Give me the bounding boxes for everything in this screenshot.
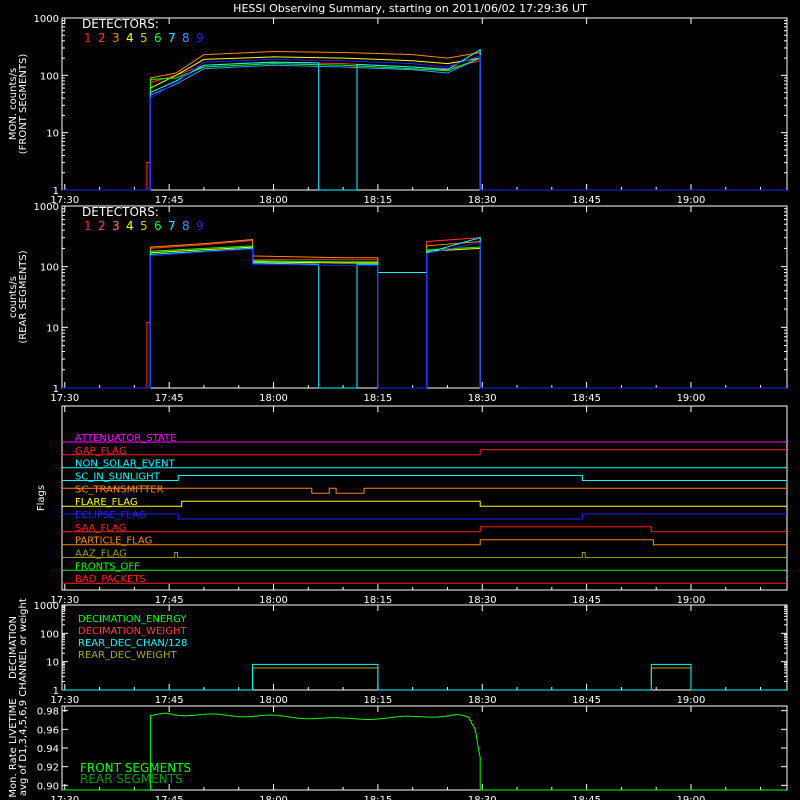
chart-title: HESSI Observing Summary, starting on 201… [233, 2, 587, 15]
rear-ytick-label: 1000 [34, 202, 59, 213]
livetime-legend-1: REAR SEGMENTS [80, 772, 183, 786]
decimation-ytick-label: 10 [46, 658, 59, 669]
livetime-xtick-label: 17:30 [50, 795, 79, 800]
flag-label-eclipse_flag: ECLIPSE_FLAG [75, 510, 146, 521]
flag-label-saa_flag: SAA_FLAG [75, 523, 126, 534]
livetime-ytick-label: 0.98 [37, 707, 59, 718]
flag-label-sc_in_sunlight: SC_IN_SUNLIGHT [75, 472, 161, 483]
flag-label-aaz_flag: AAZ_FLAG [75, 549, 127, 560]
flags-xtick-label: 18:45 [572, 595, 601, 606]
rear-ylabel: (REAR SEGMENTS) [18, 250, 29, 343]
decimation-xtick-label: 19:00 [677, 695, 706, 706]
front-detector-6: 6 [154, 31, 162, 45]
rear-detector-8: 8 [182, 219, 190, 233]
flag-label-attenuator_state: ATTENUATOR_STATE [75, 433, 176, 444]
rear-ytick-label: 100 [40, 263, 59, 274]
front-detector-9: 9 [196, 31, 204, 45]
rear-detector-7: 7 [168, 219, 176, 233]
livetime-ytick-label: 0.92 [37, 763, 59, 774]
front-detector-2: 2 [98, 31, 106, 45]
livetime-ytick-label: 0.96 [37, 725, 59, 736]
rear-xtick-label: 18:15 [363, 393, 392, 404]
livetime-xtick-label: 17:45 [155, 795, 184, 800]
decimation-xtick-label: 17:45 [155, 695, 184, 706]
front-xtick-label: 18:30 [468, 195, 497, 206]
rear-detector-3: 3 [112, 219, 120, 233]
rear-xtick-label: 18:45 [572, 393, 601, 404]
decimation-xtick-label: 18:30 [468, 695, 497, 706]
flags-ylabel: Flags [36, 485, 47, 511]
livetime-ytick-label: 0.90 [37, 781, 59, 792]
flags-xtick-label: 18:15 [363, 595, 392, 606]
front-detector-7: 7 [168, 31, 176, 45]
front-legend-title: DETECTORS: [82, 17, 159, 31]
livetime-xtick-label: 19:00 [677, 795, 706, 800]
decimation-ylabel: CHANNEL or weight [18, 598, 29, 697]
front-ytick-label: 1 [53, 186, 59, 197]
livetime-ylabel: avg of D1,3,4,5,6,9 [18, 700, 29, 796]
decimation-ytick-label: 1 [53, 686, 59, 697]
rear-xtick-label: 19:00 [677, 393, 706, 404]
rear-detector-9: 9 [196, 219, 204, 233]
decimation-xtick-label: 18:15 [363, 695, 392, 706]
livetime-xtick-label: 18:30 [468, 795, 497, 800]
decimation-ytick-label: 1000 [34, 601, 59, 612]
rear-detector-6: 6 [154, 219, 162, 233]
front-detector-1: 1 [84, 31, 92, 45]
decimation-xtick-label: 18:45 [572, 695, 601, 706]
decimation-legend-1: DECIMATION_WEIGHT [78, 626, 187, 637]
decimation-xtick-label: 18:00 [259, 695, 288, 706]
flags-xtick-label: 18:00 [259, 595, 288, 606]
flag-label-bad_packets: BAD_PACKETS [75, 574, 146, 585]
rear-xtick-label: 18:00 [259, 393, 288, 404]
flag-label-gap_flag: GAP_FLAG [75, 446, 127, 457]
front-xtick-label: 18:00 [259, 195, 288, 206]
front-xtick-label: 18:15 [363, 195, 392, 206]
observing-summary-figure: HESSI Observing Summary, starting on 201… [0, 0, 800, 800]
flag-label-non_solar_event: NON_SOLAR_EVENT [75, 459, 176, 470]
decimation-legend-0: DECIMATION_ENERGY [78, 614, 187, 625]
decimation-legend-3: REAR_DEC_WEIGHT [78, 650, 177, 661]
front-xtick-label: 19:00 [677, 195, 706, 206]
livetime-xtick-label: 18:00 [259, 795, 288, 800]
front-ytick-label: 1000 [34, 14, 59, 25]
rear-ytick-label: 1 [53, 384, 59, 395]
flag-label-flare_flag: FLARE_FLAG [75, 497, 138, 508]
flags-xtick-label: 17:45 [155, 595, 184, 606]
livetime-xtick-label: 18:45 [572, 795, 601, 800]
decimation-ytick-label: 100 [40, 629, 59, 640]
front-detector-8: 8 [182, 31, 190, 45]
rear-xtick-label: 18:30 [468, 393, 497, 404]
flag-label-fronts_off: FRONTS_OFF [75, 561, 140, 572]
front-detector-3: 3 [112, 31, 120, 45]
front-ytick-label: 10 [46, 129, 59, 140]
flag-label-particle_flag: PARTICLE_FLAG [75, 536, 152, 547]
front-xtick-label: 18:45 [572, 195, 601, 206]
flag-label-sc_transmitter: SC_TRANSMITTER [75, 484, 164, 495]
front-xtick-label: 17:45 [155, 195, 184, 206]
front-detector-4: 4 [126, 31, 134, 45]
flags-xtick-label: 18:30 [468, 595, 497, 606]
livetime-xtick-label: 18:15 [363, 795, 392, 800]
rear-ytick-label: 10 [46, 323, 59, 334]
flags-xtick-label: 19:00 [677, 595, 706, 606]
rear-detector-1: 1 [84, 219, 92, 233]
rear-detector-4: 4 [126, 219, 134, 233]
front-ytick-label: 100 [40, 71, 59, 82]
decimation-legend-2: REAR_DEC_CHAN/128 [78, 638, 187, 649]
rear-detector-2: 2 [98, 219, 106, 233]
front-detector-5: 5 [140, 31, 148, 45]
front-ylabel: (FRONT SEGMENTS) [18, 54, 29, 155]
rear-xtick-label: 17:45 [155, 393, 184, 404]
rear-legend-title: DETECTORS: [82, 205, 159, 219]
livetime-ytick-label: 0.94 [37, 744, 59, 755]
rear-detector-5: 5 [140, 219, 148, 233]
